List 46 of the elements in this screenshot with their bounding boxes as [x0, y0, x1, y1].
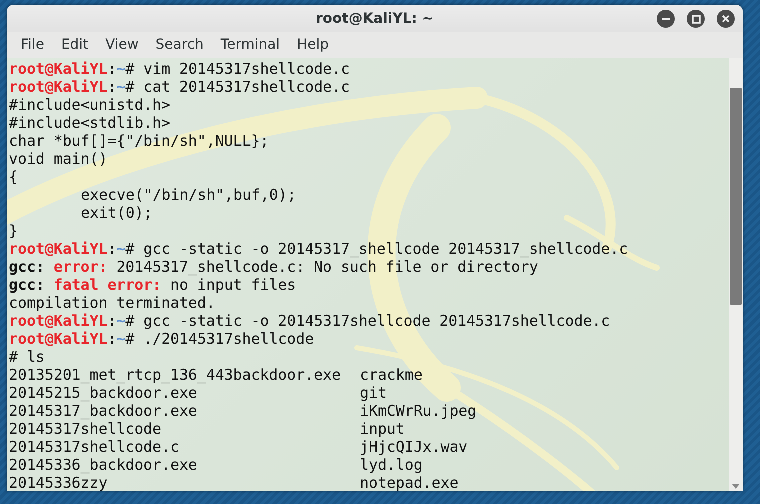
output-line: # ls: [9, 348, 46, 366]
file-name: iKmCWrRu.jpeg: [360, 402, 477, 420]
scroll-down-icon[interactable]: [732, 484, 740, 489]
output-line: void main(): [9, 150, 109, 168]
minimize-button[interactable]: [657, 10, 675, 28]
maximize-icon: [692, 14, 700, 24]
menu-item[interactable]: File: [13, 37, 52, 53]
file-name: 20145215_backdoor.exe: [9, 384, 198, 402]
output-line: {: [9, 168, 19, 186]
file-name: lyd.log: [360, 456, 423, 474]
output-line: execve("/bin/sh",buf,0);: [80, 186, 298, 204]
maximize-button[interactable]: [687, 10, 705, 28]
file-name: 20145317_backdoor.exe: [9, 402, 198, 420]
output-line: char *buf[]={"/bin/sh",NULL};: [9, 132, 270, 150]
command-line: root@KaliYL:~# gcc -static -o 20145317_shellcode 20145317_shellcode.c: [9, 240, 630, 258]
error-line: gcc: fatal error: no input files: [9, 276, 298, 294]
menu-item[interactable]: Search: [148, 37, 212, 53]
scrollbar[interactable]: [729, 58, 743, 491]
file-name: 20145317shellcode.c: [9, 438, 180, 456]
output-line: #include<stdlib.h>: [9, 114, 172, 132]
menu-item[interactable]: Terminal: [212, 37, 288, 53]
file-name: 20135201_met_rtcp_136_443backdoor.exe: [9, 366, 342, 384]
output-line: #include<unistd.h>: [9, 96, 172, 114]
command-line: root@KaliYL:~# cat 20145317shellcode.c: [9, 78, 351, 96]
error-line: gcc: error: 20145317_shellcode.c: No such file or directory: [9, 258, 540, 276]
file-name: 20145317shellcode: [9, 420, 163, 438]
output-line: exit(0);: [80, 204, 154, 222]
window-title: root@KaliYL: ~: [316, 10, 434, 26]
menu-item[interactable]: View: [98, 37, 147, 53]
file-name: 20145336_backdoor.exe: [9, 456, 198, 474]
file-name: 20145336zzy: [9, 474, 109, 491]
close-button[interactable]: [717, 10, 735, 28]
file-name: git: [360, 384, 387, 402]
output-line: compilation terminated.: [9, 294, 216, 312]
command-line: root@KaliYL:~# gcc -static -o 20145317shellcode 20145317shellcode.c: [9, 312, 612, 330]
minimize-icon: [662, 18, 670, 20]
file-name: jHjcQIJx.wav: [360, 438, 468, 456]
menu-item[interactable]: Edit: [53, 37, 97, 53]
file-name: notepad.exe: [360, 474, 459, 491]
menu-item[interactable]: Help: [289, 37, 337, 53]
close-icon: [722, 15, 730, 23]
command-line: root@KaliYL:~# vim 20145317shellcode.c: [9, 60, 351, 78]
output-line: }: [9, 222, 19, 240]
file-name: crackme: [360, 366, 423, 384]
file-name: input: [360, 420, 405, 438]
command-line: root@KaliYL:~# ./20145317shellcode: [9, 330, 316, 348]
